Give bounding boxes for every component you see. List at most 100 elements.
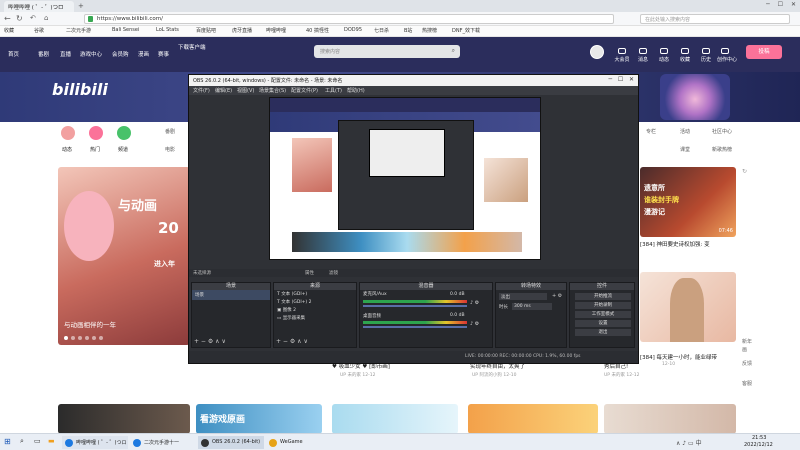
browser-search-input[interactable]: 在此处输入搜索内容 [640, 14, 790, 24]
hot-category-icon[interactable] [89, 126, 103, 140]
volume-slider[interactable] [363, 326, 467, 328]
nav-creator[interactable]: 创作中心 [715, 48, 739, 63]
nav-download[interactable]: 下载客户端 [178, 43, 206, 51]
bookmark-item[interactable]: DNF_效下载 [452, 27, 480, 34]
category-link[interactable]: 番剧 [165, 128, 175, 135]
bookmark-item[interactable]: LoL Stats [156, 27, 179, 33]
bookmark-item[interactable]: 谷歌 [34, 27, 44, 34]
exit-button[interactable]: 退出 [575, 329, 631, 336]
menu-view[interactable]: 视图(V) [237, 87, 254, 94]
back-icon[interactable]: ← [4, 14, 11, 23]
tray-icons[interactable]: ∧ ♪ ▭ 中 [676, 438, 702, 447]
menu-edit[interactable]: 编辑(E) [215, 87, 232, 94]
nav-dynamic[interactable]: 动态 [654, 48, 674, 63]
task-view-icon[interactable]: ▭ [34, 437, 41, 445]
properties-button[interactable]: 属性 [305, 270, 314, 276]
minimize-icon[interactable]: ─ [766, 1, 770, 8]
refresh-icon[interactable]: ↻ [16, 14, 23, 23]
right-link[interactable]: 活动 [680, 128, 690, 135]
obs-window-controls[interactable]: ─ ☐ ✕ [609, 76, 634, 83]
source-item[interactable]: ▭ 显示器采集 [274, 314, 356, 322]
filters-button[interactable]: 滤镜 [329, 270, 338, 276]
video-card-thumb[interactable] [604, 404, 736, 434]
bili-search-input[interactable]: 搜索内容 ⌕ [314, 45, 460, 58]
home-icon[interactable]: ⌂ [44, 14, 48, 22]
settings-button[interactable]: 设置 [575, 320, 631, 327]
right-link[interactable]: 新歌热榜 [712, 146, 732, 153]
close-icon[interactable]: ✕ [791, 1, 796, 8]
video-card-thumb[interactable] [640, 272, 736, 342]
avatar[interactable] [590, 45, 604, 59]
nav-history[interactable]: 历史 [696, 48, 716, 63]
new-tab-icon[interactable]: + [78, 2, 84, 10]
menu-profile[interactable]: 配置文件(P) [291, 87, 318, 94]
right-link[interactable]: 课堂 [680, 146, 690, 153]
right-link[interactable]: 专栏 [646, 128, 656, 135]
video-card-thumb[interactable] [332, 404, 458, 434]
menu-tools[interactable]: 工具(T) [325, 87, 342, 94]
bookmark-item[interactable]: 热搜榜 [422, 27, 437, 34]
source-item[interactable]: T 文本 (GDI+) [274, 290, 356, 298]
bookmark-item[interactable]: B站 [404, 27, 412, 34]
video-title[interactable]: [384] 神田要史诗权加强: 变 [640, 240, 740, 248]
source-item[interactable]: ▣ 图像 2 [274, 306, 356, 314]
side-link[interactable]: 反馈 [742, 360, 752, 367]
video-card-thumb[interactable] [58, 404, 190, 434]
bookmark-item[interactable]: Bali Sensei [112, 27, 139, 33]
nav-manga[interactable]: 漫画 [138, 50, 149, 58]
obs-preview[interactable] [269, 97, 541, 260]
bookmark-item[interactable]: 哔哩哔哩 [266, 27, 286, 34]
bilibili-logo[interactable]: bilibili [52, 80, 108, 99]
side-link[interactable]: 客服 [742, 380, 752, 387]
nav-live[interactable]: 直播 [60, 50, 71, 58]
carousel[interactable]: 与动画 20 进入年 与动画相伴的一年 [58, 167, 190, 345]
taskbar-app-wegame[interactable]: WeGame [266, 436, 332, 449]
video-card-thumb[interactable]: 看游戏原画 [196, 404, 322, 434]
duration-input[interactable]: 300 ms [512, 303, 552, 310]
explorer-icon[interactable]: ▬ [48, 437, 55, 445]
taskbar-app-browser-2[interactable]: 二次元手游十一 [130, 436, 196, 449]
bookmark-item[interactable]: 收藏 [4, 27, 14, 34]
undo-icon[interactable]: ↶ [30, 14, 36, 22]
search-icon[interactable]: ⌕ [20, 437, 24, 446]
source-item[interactable]: T 文本 (GDI+) 2 [274, 298, 356, 306]
nav-game-center[interactable]: 游戏中心 [80, 50, 102, 58]
start-icon[interactable]: ⊞ [4, 437, 11, 446]
nav-home[interactable]: 首页 [8, 50, 19, 58]
studio-mode-button[interactable]: 工作室模式 [575, 311, 631, 318]
refresh-side-icon[interactable]: ↻ [742, 168, 747, 175]
video-card-thumb[interactable] [468, 404, 598, 434]
browser-tab-bilibili[interactable]: 哔哩哔哩 ( ゜- ゜)つロ [4, 1, 74, 12]
side-link[interactable]: 新年 [742, 338, 752, 345]
menu-file[interactable]: 文件(F) [193, 87, 210, 94]
bookmark-item[interactable]: 二次元手游 [66, 27, 91, 34]
search-icon[interactable]: ⌕ [452, 47, 455, 55]
carousel-dots[interactable] [64, 335, 134, 340]
upload-button[interactable]: 投稿 [746, 45, 782, 59]
start-streaming-button[interactable]: 开始推流 [575, 293, 631, 300]
menu-scene-collection[interactable]: 场景集合(S) [259, 87, 286, 94]
scene-item[interactable]: 场景 [192, 290, 270, 300]
bookmark-item[interactable]: 虎牙直播 [232, 27, 252, 34]
video-card-thumb[interactable]: 遗意所 谁装封手牌 漫游记 07:46 [640, 167, 736, 237]
nav-mall[interactable]: 会员购 [112, 50, 129, 58]
volume-slider[interactable] [363, 305, 467, 307]
obs-window[interactable]: OBS 26.0.2 (64-bit, windows) - 配置文件: 未命名… [188, 74, 639, 364]
maximize-icon[interactable]: ☐ [778, 1, 783, 8]
add-transition-icon[interactable]: + ⚙ [552, 293, 562, 299]
dynamic-category-icon[interactable] [61, 126, 75, 140]
bookmark-item[interactable]: 七日杀 [374, 27, 389, 34]
nav-vip[interactable]: 大会员 [612, 48, 632, 63]
bookmark-item[interactable]: DOD95 [344, 27, 362, 33]
speaker-icon[interactable]: ♪ ⚙ [470, 321, 479, 327]
scene-controls[interactable]: + − ⚙ ∧ ∨ [194, 338, 226, 345]
nav-anime[interactable]: 番剧 [38, 50, 49, 58]
bookmark-item[interactable]: 百度贴吧 [196, 27, 216, 34]
taskbar-app-browser[interactable]: 哔哩哔哩 ( ゜- ゜)つロ [62, 436, 128, 449]
taskbar-app-obs[interactable]: OBS 26.0.2 (64-bit) [198, 436, 264, 449]
channel-category-icon[interactable] [117, 126, 131, 140]
video-title[interactable]: [384] 每天建一小时，能业绿带 [640, 353, 740, 361]
category-link[interactable]: 电影 [165, 146, 175, 153]
side-link[interactable]: 画 [742, 346, 747, 353]
url-field[interactable]: https://www.bilibili.com/ [84, 14, 614, 24]
